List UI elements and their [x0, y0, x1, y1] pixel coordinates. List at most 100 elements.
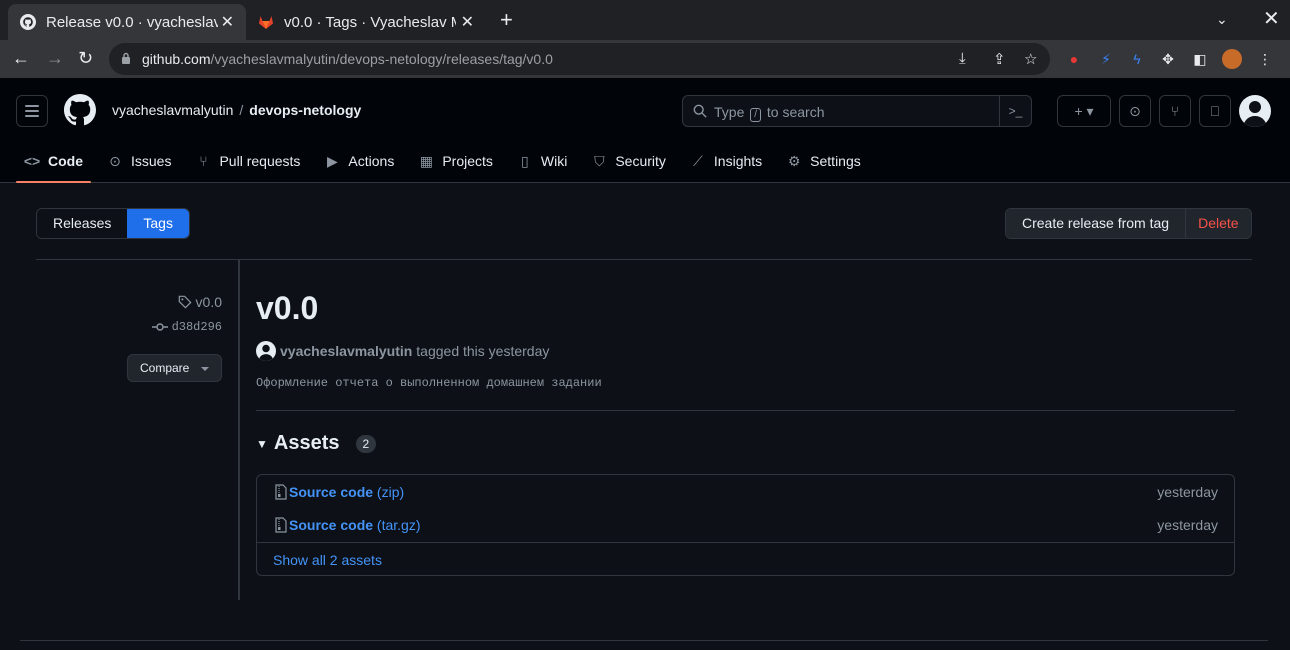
asset-link[interactable]: Source code (zip): [289, 484, 404, 500]
show-all-row: Show all 2 assets: [257, 542, 1234, 576]
release-actions: Create release from tag Delete: [1005, 208, 1252, 239]
browser-tab-title: Release v0.0 · vyacheslavmalyutin/devops…: [46, 13, 218, 31]
main-content: Releases Tags Create release from tag De…: [0, 184, 1290, 650]
tab-label: Issues: [131, 153, 172, 169]
releases-toggle[interactable]: Releases: [37, 209, 128, 238]
tab-issues[interactable]: ⊙ Issues: [99, 144, 179, 178]
github-icon: [20, 14, 36, 30]
timeline-line: [238, 260, 240, 600]
tag-icon: [178, 295, 192, 309]
create-new-button[interactable]: + ▾: [1057, 95, 1111, 127]
shield-icon: ⛉: [594, 152, 605, 169]
asset-row: Source code (tar.gz) yesterday: [257, 508, 1234, 541]
address-bar[interactable]: github.com/vyacheslavmalyutin/devops-net…: [109, 43, 1050, 75]
share-icon[interactable]: ⇪: [993, 50, 1006, 68]
tab-label: Settings: [810, 153, 861, 169]
create-release-button[interactable]: Create release from tag: [1006, 209, 1186, 238]
delete-button[interactable]: Delete: [1185, 209, 1251, 238]
sidebar-icon[interactable]: ◧: [1190, 49, 1210, 69]
tab-label: Code: [48, 153, 83, 169]
divider: [36, 259, 1252, 260]
tab-security[interactable]: ⛉ Security: [583, 144, 674, 178]
close-tab-icon[interactable]: ✕: [461, 12, 474, 32]
graph-icon: ⟋: [693, 152, 703, 169]
avatar[interactable]: [1239, 95, 1271, 127]
divider: [20, 640, 1268, 641]
issues-button[interactable]: ⊙: [1119, 95, 1151, 127]
breadcrumb-owner[interactable]: vyacheslavmalyutin: [112, 102, 233, 118]
puzzle-icon[interactable]: ✥: [1158, 49, 1178, 69]
tab-projects[interactable]: ▦ Projects: [410, 144, 501, 178]
book-icon: ▯: [521, 152, 529, 169]
asset-link[interactable]: Source code (tar.gz): [289, 517, 421, 533]
release-title[interactable]: v0.0: [256, 290, 318, 327]
table-icon: ▦: [419, 152, 433, 169]
pull-request-icon: ⑂: [1170, 103, 1180, 119]
release-description: Оформление отчета о выполненном домашнем…: [256, 376, 602, 390]
chevron-down-icon[interactable]: ⌄: [1216, 11, 1228, 28]
tab-pull-requests[interactable]: ⑂ Pull requests: [187, 144, 308, 178]
tab-settings[interactable]: ⚙ Settings: [778, 144, 869, 178]
tab-label: Projects: [442, 153, 493, 169]
issue-opened-icon: ⊙: [1129, 102, 1141, 119]
inbox-button[interactable]: ⎕: [1199, 95, 1231, 127]
repo-nav: <> Code ⊙ Issues ⑂ Pull requests ▶ Actions ▦ Proj…: [16, 144, 877, 183]
release-action-text: tagged this yesterday: [416, 343, 550, 359]
assets-heading: Assets: [273, 432, 340, 454]
asset-date: yesterday: [1157, 484, 1218, 500]
issues-icon: ⊙: [109, 152, 121, 169]
tags-toggle[interactable]: Tags: [127, 209, 189, 238]
forward-icon[interactable]: →: [46, 48, 64, 68]
browser-tab-active[interactable]: Release v0.0 · vyacheslavmalyutin/devops…: [8, 4, 246, 40]
release-meta: vyacheslavmalyutin tagged this yesterday: [256, 341, 549, 361]
menu-kebab-icon[interactable]: ⋮: [1255, 49, 1275, 69]
code-icon: <>: [23, 153, 41, 169]
tab-label: Actions: [348, 153, 395, 169]
search-input[interactable]: Type / to search >_: [682, 95, 1032, 127]
tab-code[interactable]: <> Code: [16, 144, 91, 183]
pull-requests-button[interactable]: ⑂: [1159, 95, 1191, 127]
file-zip-icon: [275, 484, 287, 500]
new-tab-icon[interactable]: +: [500, 9, 513, 31]
releases-tags-toggle: Releases Tags: [36, 208, 190, 239]
assets-toggle[interactable]: ▼ Assets 2: [256, 432, 377, 455]
compare-button[interactable]: Compare: [127, 354, 222, 382]
commit-icon: [151, 323, 168, 331]
install-icon[interactable]: ⤓: [959, 50, 966, 67]
assets-list: Source code (zip) yesterday Source code …: [256, 474, 1235, 576]
breadcrumb-repo[interactable]: devops-netology: [249, 102, 361, 118]
browser-tab-strip: Release v0.0 · vyacheslavmalyutin/devops…: [0, 0, 1290, 40]
extension-icon[interactable]: ⚡: [1096, 49, 1116, 69]
tab-wiki[interactable]: ▯ Wiki: [509, 144, 575, 178]
tab-label: Wiki: [540, 153, 568, 169]
command-palette-icon[interactable]: >_: [999, 96, 1031, 126]
search-placeholder: Type / to search: [714, 104, 825, 122]
tab-insights[interactable]: ⟋ Insights: [682, 144, 770, 178]
show-all-assets-link[interactable]: Show all 2 assets: [273, 552, 382, 568]
search-icon: [693, 104, 707, 118]
back-icon[interactable]: ←: [12, 48, 30, 68]
github-header: vyacheslavmalyutin / devops-netology Type …: [0, 78, 1290, 183]
github-logo-icon[interactable]: [64, 94, 96, 126]
browser-toolbar: ← → ↻ github.com/vyacheslavmalyutin/devo…: [0, 40, 1290, 78]
author-avatar[interactable]: [256, 341, 276, 361]
extension-icon[interactable]: ●: [1064, 49, 1084, 69]
divider: [256, 410, 1235, 411]
url-text: github.com/vyacheslavmalyutin/devops-net…: [142, 51, 553, 67]
reload-icon[interactable]: ↻: [78, 48, 93, 68]
play-icon: ▶: [327, 152, 338, 169]
close-tab-icon[interactable]: ✕: [221, 12, 234, 32]
tag-link[interactable]: v0.0: [178, 294, 222, 310]
author-link[interactable]: vyacheslavmalyutin: [280, 343, 412, 359]
window-close-icon[interactable]: ✕: [1263, 6, 1280, 31]
hamburger-menu-button[interactable]: [16, 95, 48, 127]
tab-label: Pull requests: [219, 153, 301, 169]
profile-avatar[interactable]: [1222, 49, 1242, 69]
tab-actions[interactable]: ▶ Actions: [316, 144, 402, 178]
bolt-icon[interactable]: ϟ: [1127, 49, 1147, 69]
browser-tab-inactive[interactable]: v0.0 · Tags · Vyacheslav Malyutin ✕: [248, 4, 486, 40]
pull-request-icon: ⑂: [199, 153, 208, 169]
star-icon[interactable]: ☆: [1024, 50, 1037, 68]
breadcrumb: vyacheslavmalyutin / devops-netology: [112, 102, 362, 118]
commit-link[interactable]: d38d296: [151, 320, 222, 334]
